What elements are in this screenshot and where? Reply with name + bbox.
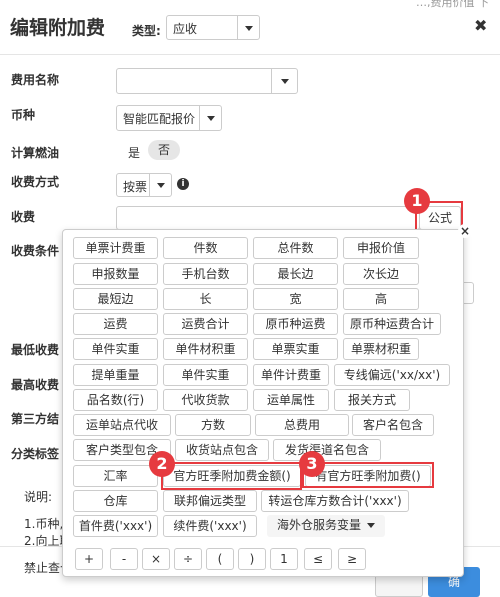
var-button[interactable]: 仓库 [73,490,158,512]
var-button[interactable]: 高 [343,288,419,310]
fee-name-select[interactable] [116,68,298,94]
var-button[interactable]: 品名数(行) [73,389,158,411]
op-divide-button[interactable]: ÷ [174,548,202,570]
var-button[interactable]: 转运仓库方数合计('xxx') [261,490,409,512]
var-button[interactable]: 报关方式 [334,389,410,411]
op-close-paren-button[interactable]: ) [238,548,266,570]
var-button[interactable]: 单件材积重 [163,338,248,360]
conditions-label: 收费条件 [11,244,60,258]
var-button[interactable]: 总件数 [253,237,338,259]
fuel-no-option[interactable]: 否 [148,140,180,160]
var-button[interactable]: 联邦偏远类型 [163,490,257,512]
notes-title: 说明: [24,490,53,504]
var-button[interactable]: 收货站点包含 [175,439,269,461]
op-minus-button[interactable]: - [110,548,138,570]
currency-select[interactable]: 智能匹配报价 [116,105,222,131]
third-party-label: 第三方结 [11,412,60,426]
var-button[interactable]: 单票实重 [253,338,338,360]
badge-2: 2 [149,451,175,477]
var-button[interactable]: 首件费('xxx') [73,515,158,537]
fuel-label: 计算燃油 [11,146,60,160]
overseas-variable-label: 海外仓服务变量 [276,518,361,532]
type-label: 类型: [132,24,161,38]
var-button[interactable]: 代收货款 [163,389,248,411]
var-button[interactable]: 发货渠道名包含 [273,439,381,461]
var-button[interactable]: 单件实重 [73,338,158,360]
min-fee-label: 最低收费 [11,343,60,357]
op-one-button[interactable]: 1 [270,548,298,570]
var-button[interactable]: 单票计费重 [73,237,158,259]
popover-close-icon[interactable]: × [458,224,472,238]
var-button[interactable]: 运单站点代收 [73,414,171,436]
currency-value: 智能匹配报价 [123,112,196,126]
fuel-yes-option[interactable]: 是 [128,144,140,161]
op-open-paren-button[interactable]: ( [206,548,234,570]
method-label: 收费方式 [11,175,60,189]
var-button[interactable]: 总费用 [255,414,349,436]
modal-header: 编辑附加费 类型: 应收 ✖ [0,0,500,55]
op-gte-button[interactable]: ≥ [338,548,366,570]
var-button[interactable]: 运费 [73,313,158,335]
chevron-down-icon [281,79,289,84]
category-label: 分类标签 [11,447,60,461]
var-button[interactable]: 长 [163,288,248,310]
var-button[interactable]: 单件计费重 [253,364,329,386]
var-button[interactable]: 客户名包含 [352,414,434,436]
var-button[interactable]: 次长边 [343,263,419,285]
chevron-down-icon [245,25,253,31]
var-button[interactable]: 续件费('xxx') [163,515,257,537]
edit-surcharge-modal: …,费用价值 下 编辑附加费 类型: 应收 ✖ 费用名称 币种 智能匹配报价 计… [0,0,500,597]
chevron-down-icon [367,523,375,528]
var-button[interactable]: 件数 [163,237,248,259]
type-select[interactable]: 应收 [166,15,260,40]
modal-title: 编辑附加费 [10,17,106,39]
overseas-variable-dropdown[interactable]: 海外仓服务变量 [267,515,385,537]
var-button[interactable]: 原币种运费合计 [343,313,441,335]
var-button[interactable]: 专线偏远('xx/xx') [334,364,450,386]
method-select[interactable]: 按票 [116,173,172,197]
var-button[interactable]: 原币种运费 [253,313,338,335]
method-value: 按票 [123,180,148,194]
var-button[interactable]: 宽 [253,288,338,310]
currency-caret[interactable] [199,106,221,130]
var-button[interactable]: 运单属性 [253,389,329,411]
var-button[interactable]: 运费合计 [163,313,248,335]
var-button[interactable]: 最短边 [73,288,158,310]
chevron-down-icon [207,116,215,121]
var-button[interactable]: 汇率 [73,465,158,487]
method-caret[interactable] [149,174,171,196]
highlight-box-2 [161,462,302,490]
var-button[interactable]: 方数 [175,414,251,436]
currency-label: 币种 [11,108,36,122]
fee-name-caret[interactable] [271,69,297,93]
fee-name-label: 费用名称 [11,73,60,87]
max-fee-label: 最高收费 [11,378,60,392]
fee-formula-input[interactable] [116,206,420,230]
var-button[interactable]: 申报价值 [343,237,419,259]
chevron-down-icon [157,183,165,188]
var-button[interactable]: 单票材积重 [343,338,419,360]
op-multiply-button[interactable]: × [142,548,170,570]
var-button[interactable]: 申报数量 [73,263,158,285]
type-select-value: 应收 [173,22,198,36]
fee-label: 收费 [11,210,36,224]
var-button[interactable]: 单件实重 [163,364,248,386]
op-lte-button[interactable]: ≤ [304,548,332,570]
var-button[interactable]: 最长边 [253,263,338,285]
badge-1: 1 [404,188,430,214]
notes-line-1: 1.币种, [24,517,64,531]
badge-3: 3 [299,451,325,477]
op-plus-button[interactable]: + [75,548,103,570]
close-icon[interactable]: ✖ [474,16,487,35]
var-button[interactable]: 提单重量 [73,364,158,386]
var-button[interactable]: 手机台数 [163,263,248,285]
type-select-caret[interactable] [237,16,259,39]
info-icon[interactable]: i [177,178,189,190]
